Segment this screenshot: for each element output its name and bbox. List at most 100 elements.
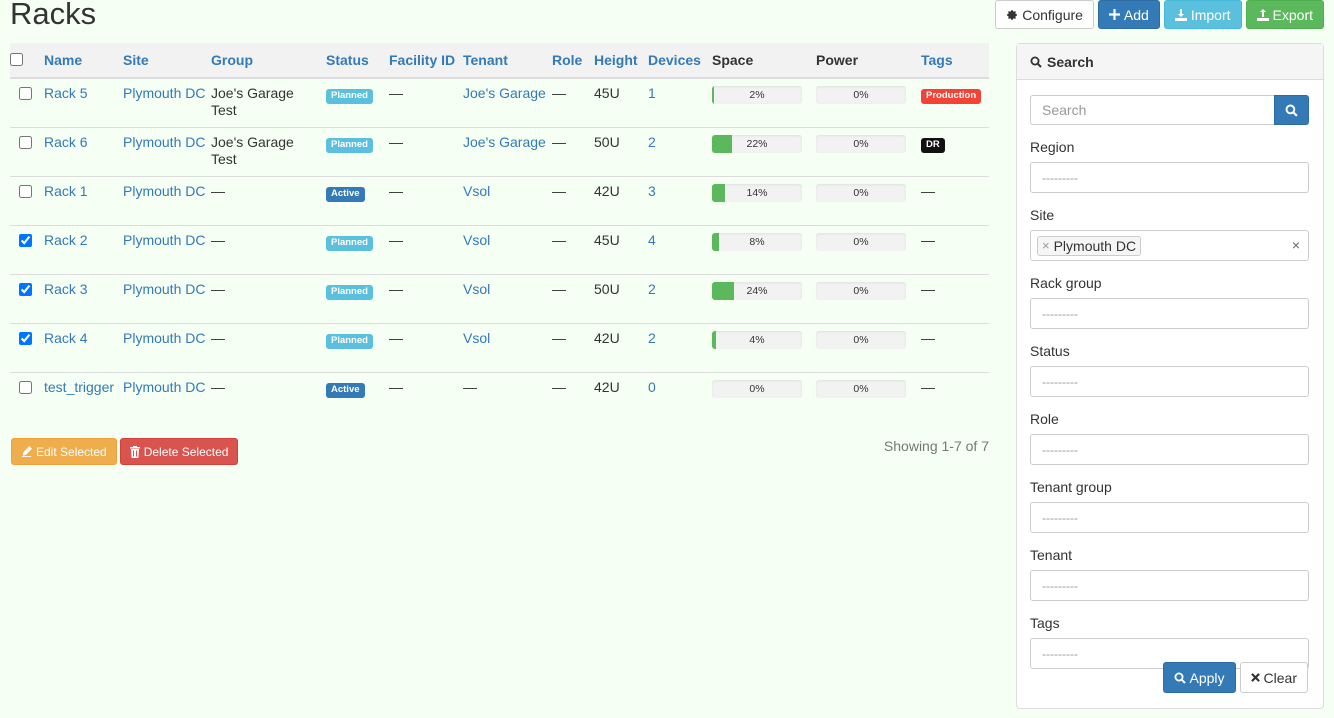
- pencil-icon: [21, 446, 32, 457]
- power-utilization-bar: 0%: [816, 232, 906, 251]
- status-badge: Active: [326, 186, 365, 202]
- site-link[interactable]: Plymouth DC: [123, 330, 205, 346]
- filter-tenant-group-select[interactable]: ---------: [1030, 502, 1309, 533]
- pagination-summary: Showing 1-7 of 7: [883, 438, 989, 454]
- select-all-checkbox[interactable]: [10, 53, 23, 66]
- chip-label: Plymouth DC: [1053, 237, 1137, 254]
- apply-button[interactable]: Apply: [1162, 662, 1236, 693]
- devices-count-link[interactable]: 0: [648, 379, 656, 395]
- devices-count-link[interactable]: 3: [648, 183, 656, 199]
- devices-count-link[interactable]: 2: [648, 134, 656, 150]
- power-utilization-bar: 0%: [816, 134, 906, 153]
- power-utilization-bar: 0%: [816, 379, 906, 398]
- delete-selected-button[interactable]: Delete Selected: [119, 438, 239, 465]
- tenant-link[interactable]: Vsol: [463, 330, 490, 346]
- site-link[interactable]: Plymouth DC: [123, 232, 205, 248]
- height-text: 42U: [594, 378, 620, 395]
- export-icon: [1256, 8, 1269, 21]
- filter-site-select[interactable]: × Plymouth DC ×: [1030, 230, 1309, 261]
- header-site[interactable]: Site: [123, 43, 211, 79]
- filter-region-select[interactable]: ---------: [1030, 162, 1309, 193]
- row-checkbox[interactable]: [18, 184, 32, 198]
- group-text: Joe's Garage Test: [211, 85, 294, 118]
- filter-rack-group-label: Rack group: [1030, 275, 1102, 291]
- configure-button[interactable]: Configure: [995, 0, 1094, 29]
- tenant-link[interactable]: Vsol: [463, 281, 490, 297]
- role-text: —: [552, 231, 566, 248]
- page-title: Racks: [10, 0, 97, 31]
- header-height[interactable]: Height: [594, 43, 648, 79]
- group-text: —: [211, 378, 225, 395]
- row-select-cell: [10, 126, 44, 176]
- row-checkbox[interactable]: [18, 380, 32, 394]
- filter-placeholder: ---------: [1042, 306, 1078, 321]
- tenant-link[interactable]: Vsol: [463, 183, 490, 199]
- filter-tenant-group: Tenant group ---------: [1030, 479, 1309, 533]
- tag-badge[interactable]: DR: [921, 137, 945, 153]
- row-checkbox[interactable]: [18, 135, 32, 149]
- devices-count-link[interactable]: 2: [648, 330, 656, 346]
- height-text: 42U: [594, 182, 620, 199]
- header-group[interactable]: Group: [211, 43, 326, 79]
- height-text: 50U: [594, 280, 620, 297]
- filter-status: Status ---------: [1030, 343, 1309, 397]
- filter-tenant-select[interactable]: ---------: [1030, 570, 1309, 601]
- devices-count-link[interactable]: 1: [648, 85, 656, 101]
- rack-name-link[interactable]: Rack 3: [44, 281, 88, 297]
- cell-name: Rack 6: [44, 126, 123, 176]
- height-text: 45U: [594, 231, 620, 248]
- plus-icon: [1108, 9, 1120, 20]
- cell-tags: —: [921, 175, 989, 225]
- row-checkbox[interactable]: [18, 282, 32, 296]
- rack-name-link[interactable]: Rack 6: [44, 134, 88, 150]
- filter-rack-group-select[interactable]: ---------: [1030, 298, 1309, 329]
- devices-count-link[interactable]: 4: [648, 232, 656, 248]
- filter-status-select[interactable]: ---------: [1030, 366, 1309, 397]
- devices-count-link[interactable]: 2: [648, 281, 656, 297]
- site-link[interactable]: Plymouth DC: [123, 134, 205, 150]
- tenant-link[interactable]: Joe's Garage: [463, 134, 546, 150]
- space-utilization-label: 4%: [749, 333, 765, 346]
- header-name[interactable]: Name: [44, 43, 123, 79]
- header-status[interactable]: Status: [326, 43, 389, 79]
- row-checkbox[interactable]: [18, 233, 32, 247]
- rack-name-link[interactable]: Rack 5: [44, 85, 88, 101]
- header-devices[interactable]: Devices: [648, 43, 712, 79]
- tag-badge[interactable]: Production: [921, 89, 982, 104]
- space-utilization-bar: 2%: [712, 86, 802, 104]
- chip-remove-icon[interactable]: ×: [1042, 238, 1050, 253]
- rack-name-link[interactable]: Rack 1: [44, 183, 88, 199]
- edit-selected-button[interactable]: Edit Selected: [11, 438, 117, 465]
- table-row: Rack 6 Plymouth DC Joe's Garage Test Planne…: [10, 126, 989, 176]
- export-button[interactable]: Export: [1245, 0, 1324, 29]
- site-link[interactable]: Plymouth DC: [123, 85, 205, 101]
- row-checkbox[interactable]: [18, 87, 32, 100]
- status-badge: Planned: [326, 89, 373, 104]
- clear-button[interactable]: Clear: [1239, 662, 1308, 693]
- rack-name-link[interactable]: Rack 2: [44, 232, 88, 248]
- header-tenant[interactable]: Tenant: [463, 43, 552, 79]
- import-button[interactable]: Import: [1163, 0, 1242, 29]
- racks-table: Name Site Group Status Facility ID Tenan…: [10, 43, 989, 421]
- row-checkbox[interactable]: [18, 331, 32, 345]
- tenant-link[interactable]: Joe's Garage: [463, 85, 546, 101]
- site-link[interactable]: Plymouth DC: [123, 183, 205, 199]
- site-link[interactable]: Plymouth DC: [123, 281, 205, 297]
- filter-tags: Tags ---------: [1030, 615, 1309, 669]
- search-submit-button[interactable]: [1274, 95, 1309, 125]
- gear-icon: [1006, 9, 1018, 21]
- rack-name-link[interactable]: test_trigger: [44, 379, 114, 395]
- clear-selection-icon[interactable]: ×: [1292, 237, 1300, 253]
- header-role[interactable]: Role: [552, 43, 594, 79]
- header-tags[interactable]: Tags: [921, 43, 989, 79]
- export-label: Export: [1272, 6, 1313, 23]
- tenant-link[interactable]: Vsol: [463, 232, 490, 248]
- rack-name-link[interactable]: Rack 4: [44, 330, 88, 346]
- cell-power: 0%: [816, 371, 921, 421]
- filter-role-select[interactable]: ---------: [1030, 434, 1309, 465]
- site-link[interactable]: Plymouth DC: [123, 379, 205, 395]
- group-text: —: [211, 280, 225, 297]
- search-input[interactable]: [1030, 95, 1274, 125]
- header-facility-id[interactable]: Facility ID: [389, 43, 463, 79]
- add-button[interactable]: Add: [1097, 0, 1160, 29]
